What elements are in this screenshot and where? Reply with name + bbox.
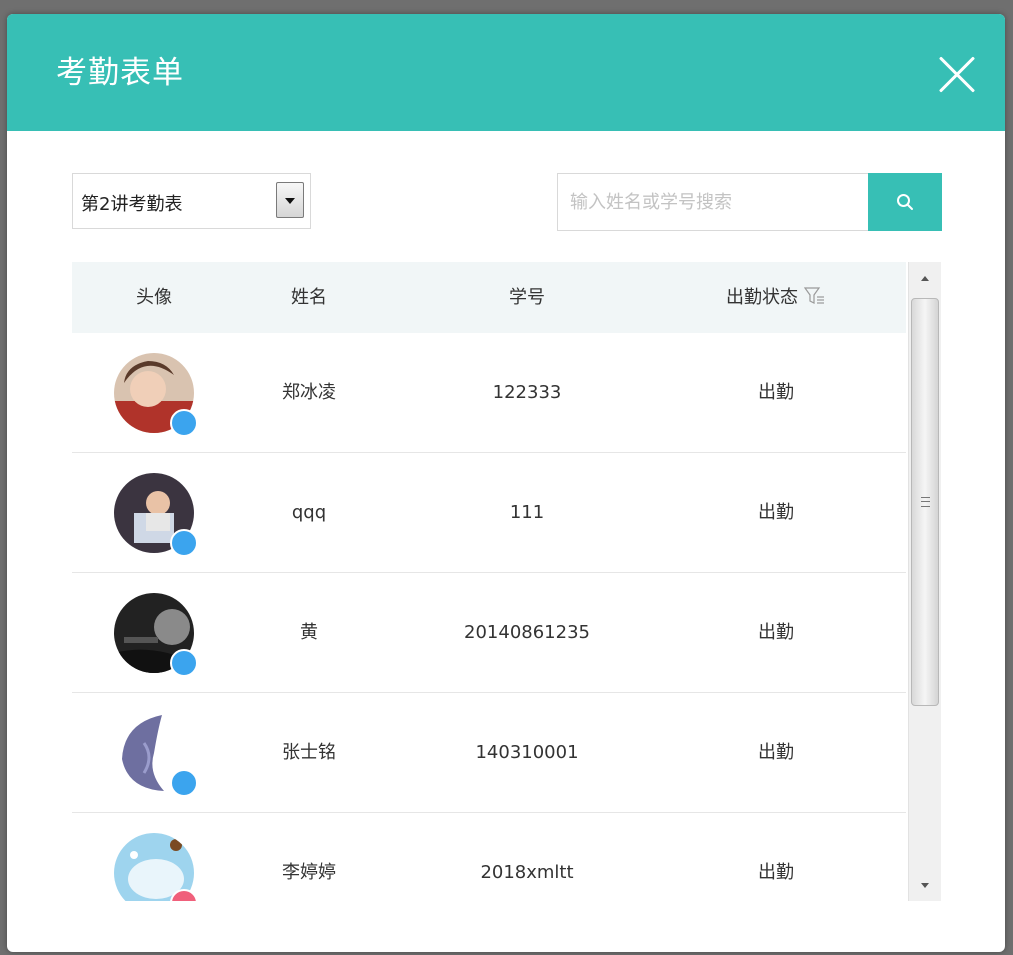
student-name: 黄 xyxy=(300,622,318,643)
lecture-select[interactable]: 第2讲考勤表 xyxy=(72,173,311,229)
table-header: 头像 姓名 学号 出勤状态 xyxy=(72,262,906,333)
filter-icon[interactable] xyxy=(804,286,826,306)
header-status: 出勤状态 xyxy=(726,262,826,333)
attendance-status: 出勤 xyxy=(758,382,794,403)
scroll-up-button[interactable] xyxy=(909,262,941,296)
avatar xyxy=(114,593,198,677)
header-name: 姓名 xyxy=(291,287,327,308)
table-scrollbar[interactable] xyxy=(908,262,941,901)
table-row[interactable]: 郑冰凌 122333 出勤 xyxy=(72,333,906,453)
header-student-id: 学号 xyxy=(509,287,545,308)
avatar xyxy=(114,713,198,797)
student-id: 111 xyxy=(509,502,545,523)
search-input[interactable] xyxy=(557,173,870,231)
attendance-status: 出勤 xyxy=(758,742,794,763)
table-row[interactable]: 李婷婷 2018xmltt 出勤 xyxy=(72,813,906,901)
student-name: 李婷婷 xyxy=(282,862,336,883)
male-icon xyxy=(170,529,198,557)
table-row[interactable]: 张士铭 140310001 出勤 xyxy=(72,693,906,813)
student-id: 122333 xyxy=(492,382,562,403)
student-id: 2018xmltt xyxy=(480,862,574,883)
table-row[interactable]: qqq 111 出勤 xyxy=(72,453,906,573)
student-name: qqq xyxy=(291,502,327,523)
student-id: 20140861235 xyxy=(464,622,590,643)
scroll-down-button[interactable] xyxy=(909,867,941,901)
student-id: 140310001 xyxy=(475,742,579,763)
attendance-dialog: 考勤表单 第2讲考勤表 头像 姓名 学号 出勤状态 xyxy=(7,14,1005,952)
student-name: 郑冰凌 xyxy=(282,382,336,403)
attendance-table: 头像 姓名 学号 出勤状态 郑冰凌 122333 出勤 qqq 111 出勤 黄… xyxy=(72,262,941,901)
attendance-status: 出勤 xyxy=(758,502,794,523)
male-icon xyxy=(170,409,198,437)
header-status-label: 出勤状态 xyxy=(726,287,798,308)
dialog-title: 考勤表单 xyxy=(56,55,184,91)
header-avatar: 头像 xyxy=(136,287,172,308)
male-icon xyxy=(170,769,198,797)
attendance-status: 出勤 xyxy=(758,622,794,643)
lecture-select-value: 第2讲考勤表 xyxy=(81,194,183,215)
dialog-header: 考勤表单 xyxy=(7,14,1005,131)
close-icon[interactable] xyxy=(935,52,979,96)
chevron-down-icon[interactable] xyxy=(276,182,304,218)
search-button[interactable] xyxy=(868,173,942,231)
student-name: 张士铭 xyxy=(282,742,336,763)
table-row[interactable]: 黄 20140861235 出勤 xyxy=(72,573,906,693)
grip-icon xyxy=(921,497,930,507)
avatar xyxy=(114,473,198,557)
avatar xyxy=(114,833,198,901)
search-icon xyxy=(897,194,913,210)
male-icon xyxy=(170,649,198,677)
avatar xyxy=(114,353,198,437)
scroll-thumb[interactable] xyxy=(911,298,939,706)
attendance-status: 出勤 xyxy=(758,862,794,883)
